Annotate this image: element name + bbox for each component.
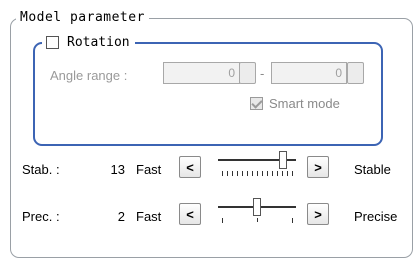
stab-fast-label: Fast	[136, 162, 162, 177]
prec-slider-thumb[interactable]	[253, 198, 261, 216]
model-parameter-title: Model parameter	[16, 10, 149, 25]
stab-slider-ticks	[218, 171, 296, 177]
slider-tick	[242, 171, 243, 176]
slider-tick	[277, 171, 278, 176]
prec-precise-label: Precise	[354, 209, 398, 224]
slider-tick	[282, 171, 283, 176]
angle-max-spin-button[interactable]	[347, 62, 364, 84]
slider-tick	[272, 171, 273, 176]
stab-value: 13	[110, 162, 125, 177]
angle-max-input[interactable]: 0	[271, 62, 347, 84]
smart-mode-checkbox[interactable]	[250, 97, 263, 110]
rotation-label: Rotation	[67, 34, 130, 50]
stab-stable-label: Stable	[354, 162, 391, 177]
slider-tick	[222, 218, 223, 223]
slider-tick	[257, 171, 258, 176]
stab-slider-thumb[interactable]	[278, 151, 287, 169]
prec-slider-ticks	[218, 218, 296, 224]
prec-slider[interactable]	[218, 197, 296, 227]
slider-tick	[232, 171, 233, 176]
slider-tick	[222, 171, 223, 176]
rotation-group	[33, 42, 383, 146]
smart-mode-checkbox-row[interactable]: Smart mode	[250, 96, 340, 111]
rotation-checkbox-row[interactable]: Rotation	[42, 33, 135, 51]
slider-tick	[292, 171, 293, 176]
stab-label: Stab. :	[22, 162, 60, 177]
angle-range-separator: -	[260, 66, 265, 81]
angle-range-label: Angle range :	[50, 68, 128, 83]
prec-decrease-button[interactable]: <	[179, 203, 201, 225]
stab-slider[interactable]	[218, 150, 296, 180]
slider-tick	[247, 171, 248, 176]
slider-tick	[257, 218, 258, 222]
prec-increase-button[interactable]: >	[307, 203, 329, 225]
smart-mode-label: Smart mode	[269, 96, 340, 111]
slider-tick	[237, 171, 238, 176]
prec-label: Prec. :	[22, 209, 60, 224]
stab-increase-button[interactable]: >	[307, 156, 329, 178]
slider-tick	[227, 171, 228, 176]
rotation-checkbox[interactable]	[46, 35, 59, 49]
slider-tick	[267, 171, 268, 176]
prec-fast-label: Fast	[136, 209, 162, 224]
slider-tick	[262, 171, 263, 176]
slider-tick	[252, 171, 253, 176]
stab-decrease-button[interactable]: <	[179, 156, 201, 178]
slider-tick	[287, 171, 288, 176]
angle-min-spin-button[interactable]	[239, 62, 256, 84]
angle-min-input[interactable]: 0	[163, 62, 240, 84]
prec-value: 2	[117, 209, 125, 224]
slider-tick	[292, 218, 293, 223]
